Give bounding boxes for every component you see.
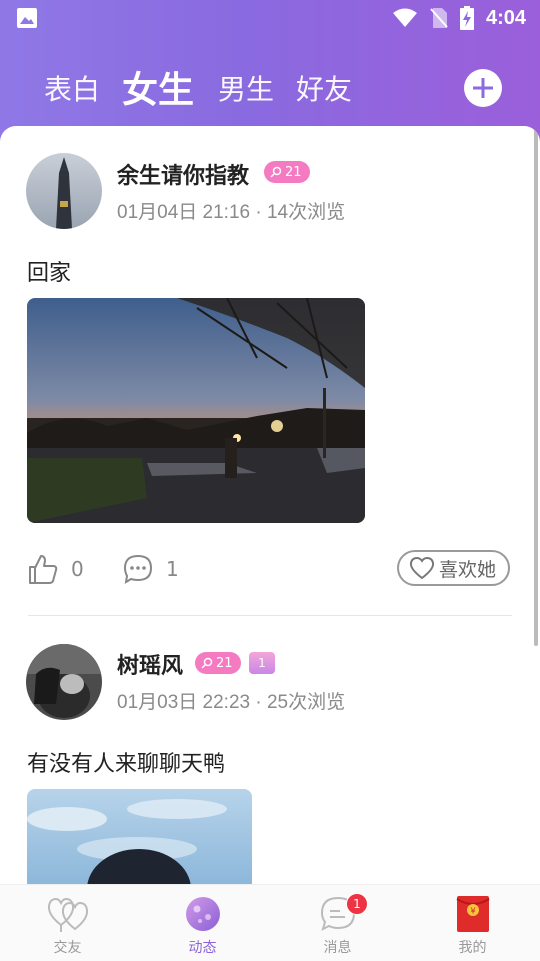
nav-item-me[interactable]: ¥ 我的 <box>405 885 540 961</box>
no-sim-icon <box>430 8 448 28</box>
hearts-icon <box>47 897 88 932</box>
post-text: 回家 <box>27 260 72 285</box>
vip-badge: 1 <box>249 652 275 674</box>
add-post-button[interactable] <box>464 69 502 107</box>
notification-badge: 1 <box>346 893 368 915</box>
battery-charging-icon <box>459 6 474 30</box>
nav-item-moments[interactable]: 动态 <box>135 885 270 961</box>
tab-boys[interactable]: 男生 <box>218 68 274 108</box>
avatar[interactable] <box>26 644 102 720</box>
post-meta: 01月04日 21:16 · 14次浏览 <box>117 202 346 223</box>
svg-text:¥: ¥ <box>470 907 475 916</box>
like-button[interactable]: 0 <box>27 553 84 585</box>
nav-label: 消息 <box>323 939 352 955</box>
comment-count: 1 <box>166 557 179 581</box>
bottom-navigation: 交友 动态 1 消息 ¥ 我的 <box>0 884 540 961</box>
nav-label: 交友 <box>53 939 82 955</box>
female-icon <box>201 657 213 669</box>
age-badge: 21 <box>264 161 310 183</box>
post-divider <box>28 615 512 616</box>
age-value: 21 <box>285 164 302 180</box>
post-username[interactable]: 树瑶风 <box>117 648 183 680</box>
vip-level: 1 <box>258 656 266 670</box>
top-tab-bar: 表白 女生 男生 好友 <box>0 36 540 128</box>
nav-label: 我的 <box>458 939 487 955</box>
like-her-label: 喜欢她 <box>439 559 497 581</box>
post-photo[interactable] <box>27 298 365 523</box>
nav-item-friends[interactable]: 交友 <box>0 885 135 961</box>
like-her-button[interactable]: 喜欢她 <box>397 550 511 586</box>
planet-icon <box>185 897 220 931</box>
post-meta: 01月03日 22:23 · 25次浏览 <box>117 692 346 713</box>
tab-friends[interactable]: 好友 <box>296 68 352 108</box>
female-icon <box>270 166 282 178</box>
red-envelope-icon: ¥ <box>455 896 490 932</box>
age-value: 21 <box>216 655 233 671</box>
feed[interactable]: 余生请你指教 21 01月04日 21:16 · 14次浏览 回家 0 1 喜欢… <box>0 126 540 886</box>
comment-icon <box>123 554 153 584</box>
status-bar: 4:04 <box>0 0 540 36</box>
thumbs-up-icon <box>29 555 58 584</box>
gallery-notification-icon <box>17 8 37 28</box>
age-badge: 21 <box>195 652 241 674</box>
post-username[interactable]: 余生请你指教 <box>117 158 249 190</box>
post-text: 有没有人来聊聊天鸭 <box>27 751 226 776</box>
heart-outline-icon <box>409 556 435 580</box>
tab-confession[interactable]: 表白 <box>44 68 100 108</box>
wifi-icon <box>392 8 417 27</box>
nav-item-messages[interactable]: 1 消息 <box>270 885 405 961</box>
plus-icon <box>473 78 493 98</box>
avatar[interactable] <box>26 153 102 229</box>
status-time: 4:04 <box>485 6 526 29</box>
comment-button[interactable]: 1 <box>122 553 179 585</box>
nav-label: 动态 <box>188 939 217 955</box>
like-count: 0 <box>71 557 84 581</box>
scrollbar[interactable] <box>534 126 538 646</box>
post-photo[interactable] <box>27 789 252 886</box>
notification-count: 1 <box>353 897 361 911</box>
tab-girls[interactable]: 女生 <box>122 61 194 113</box>
